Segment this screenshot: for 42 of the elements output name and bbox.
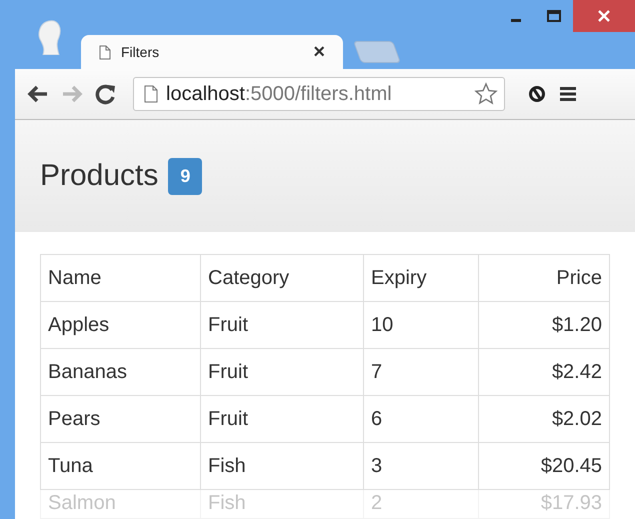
table-cell: $1.20: [478, 302, 610, 348]
table-cell: Fruit: [200, 348, 364, 396]
table-cell: Salmon: [40, 490, 200, 518]
table-cell: Pears: [40, 396, 200, 442]
extension-icon[interactable]: [527, 84, 547, 104]
page-heading: Products: [40, 159, 158, 193]
table-cell: 10: [364, 302, 478, 348]
page-icon: [144, 85, 158, 104]
table-cell: $17.93: [478, 490, 610, 518]
table-cell: 7: [364, 348, 478, 396]
table-cell: Apples: [40, 302, 200, 348]
tab-title: Filters: [121, 44, 160, 60]
table-cell: 2: [364, 490, 478, 518]
table-cell: $2.42: [478, 348, 610, 396]
column-header: Expiry: [364, 254, 478, 302]
column-header: Name: [40, 254, 200, 302]
close-button[interactable]: [573, 0, 635, 32]
column-header: Category: [200, 254, 364, 302]
table-cell: 3: [364, 442, 478, 490]
table-cell: Fruit: [200, 396, 364, 442]
url-text: localhost:5000/filters.html: [166, 82, 393, 106]
column-header: Price: [478, 254, 610, 302]
table-cell: Fish: [200, 490, 364, 518]
browser-tab[interactable]: Filters ×: [81, 35, 343, 70]
close-icon: [598, 10, 610, 22]
count-badge: 9: [168, 158, 202, 194]
table-cell: Tuna: [40, 442, 200, 490]
minimize-icon: [511, 18, 521, 22]
table-cell: Fruit: [200, 302, 364, 348]
tab-close-button[interactable]: ×: [313, 40, 325, 64]
table-cell: Fish: [200, 442, 364, 490]
address-bar[interactable]: localhost:5000/filters.html: [133, 77, 505, 112]
table-cell: Bananas: [40, 348, 200, 396]
star-icon[interactable]: [474, 82, 498, 106]
maximize-icon: [547, 10, 561, 22]
back-arrow-icon[interactable]: [27, 85, 49, 104]
table-cell: $2.02: [478, 396, 610, 442]
table-cell: $20.45: [478, 442, 610, 490]
page-icon: [99, 44, 111, 60]
menu-icon[interactable]: [559, 86, 577, 102]
reload-icon[interactable]: [95, 83, 117, 106]
table-cell: 6: [364, 396, 478, 442]
